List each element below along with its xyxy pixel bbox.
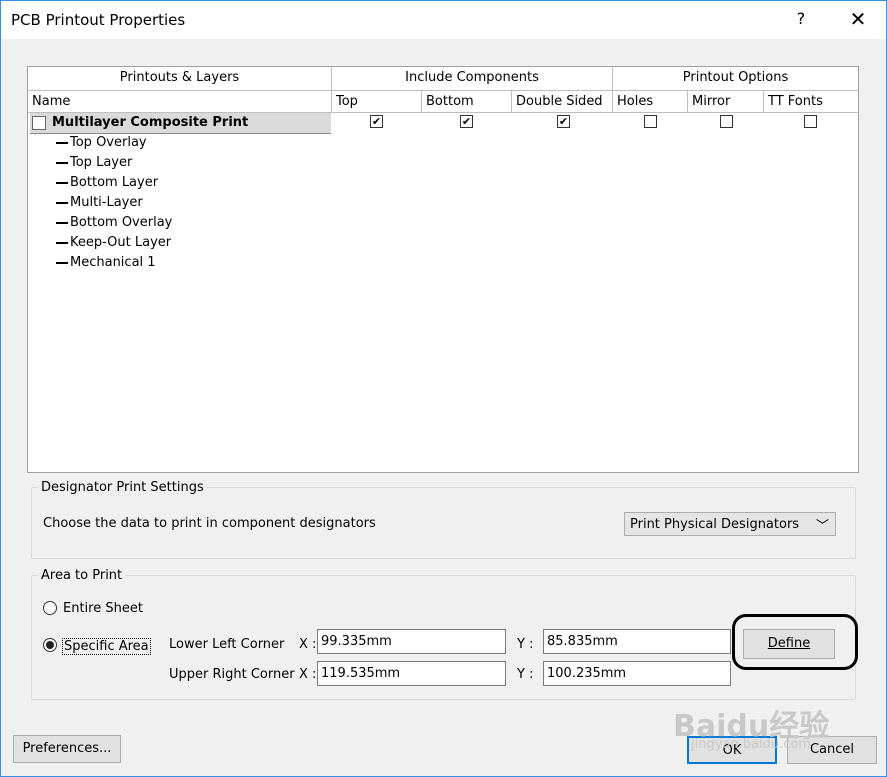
printout-row[interactable]: Multilayer Composite Print <box>30 113 331 134</box>
layer-line-icon <box>56 161 68 164</box>
chevron-down-icon: ﹀ <box>815 519 829 534</box>
column-bottom[interactable]: Bottom <box>422 91 512 113</box>
column-holes[interactable]: Holes <box>613 91 688 113</box>
window-title: PCB Printout Properties <box>11 11 186 29</box>
entire-sheet-radio[interactable] <box>43 601 57 615</box>
specific-area-label[interactable]: Specific Area <box>62 638 151 655</box>
layer-line-icon <box>56 241 68 244</box>
holes-checkbox[interactable] <box>644 115 657 128</box>
lower-left-x-input[interactable]: 99.335mm <box>317 629 506 654</box>
lower-left-x-label: X : <box>299 637 317 652</box>
layer-label: Bottom Layer <box>70 175 159 190</box>
upper-right-y-label: Y : <box>517 667 534 682</box>
preferences-button[interactable]: Preferences... <box>13 735 121 763</box>
layer-label: Top Layer <box>70 155 133 170</box>
layer-label: Keep-Out Layer <box>70 235 172 250</box>
close-button[interactable]: ✕ <box>846 7 870 33</box>
layer-line-icon <box>56 261 68 264</box>
document-icon <box>32 116 46 130</box>
header-printouts-layers: Printouts & Layers <box>28 67 332 91</box>
title-bar: PCB Printout Properties ? ✕ <box>1 1 886 39</box>
designator-dropdown[interactable]: Print Physical Designators ﹀ <box>624 512 836 536</box>
radio-selected-dot <box>46 641 54 649</box>
layer-top-layer[interactable]: Top Layer <box>56 153 132 173</box>
dialog-window: PCB Printout Properties ? ✕ Printouts & … <box>0 0 887 777</box>
header-printout-options: Printout Options <box>613 67 858 91</box>
designator-settings-title: Designator Print Settings <box>38 480 207 495</box>
layer-bottom-layer[interactable]: Bottom Layer <box>56 173 158 193</box>
mirror-checkbox[interactable] <box>720 115 733 128</box>
layer-line-icon <box>56 201 68 204</box>
layer-line-icon <box>56 221 68 224</box>
lower-left-y-label: Y : <box>517 637 534 652</box>
layer-line-icon <box>56 141 68 144</box>
bottom-checkbox[interactable]: ✔ <box>460 115 473 128</box>
layer-label: Top Overlay <box>70 135 147 150</box>
layer-label: Bottom Overlay <box>70 215 173 230</box>
upper-right-x-input[interactable]: 119.535mm <box>317 661 506 686</box>
tt-fonts-checkbox[interactable] <box>804 115 817 128</box>
help-button[interactable]: ? <box>791 9 811 31</box>
upper-right-y-input[interactable]: 100.235mm <box>543 661 731 686</box>
ok-button[interactable]: OK <box>687 736 777 764</box>
layer-line-icon <box>56 181 68 184</box>
top-checkbox[interactable]: ✔ <box>370 115 383 128</box>
column-mirror[interactable]: Mirror <box>688 91 764 113</box>
printouts-grid[interactable]: Printouts & Layers Include Components Pr… <box>27 66 859 473</box>
column-top[interactable]: Top <box>332 91 422 113</box>
define-button[interactable]: Define <box>743 629 835 659</box>
printout-name: Multilayer Composite Print <box>52 115 249 130</box>
column-tt-fonts[interactable]: TT Fonts <box>764 91 858 113</box>
column-double-sided[interactable]: Double Sided <box>512 91 613 113</box>
layer-bottom-overlay[interactable]: Bottom Overlay <box>56 213 172 233</box>
double-sided-checkbox[interactable]: ✔ <box>557 115 570 128</box>
lower-left-y-input[interactable]: 85.835mm <box>543 629 731 654</box>
area-to-print-title: Area to Print <box>38 568 126 583</box>
column-name[interactable]: Name <box>28 91 332 113</box>
layer-multi-layer[interactable]: Multi-Layer <box>56 193 143 213</box>
designator-prompt: Choose the data to print in component de… <box>43 516 376 531</box>
header-include-components: Include Components <box>332 67 613 91</box>
layer-label: Multi-Layer <box>70 195 143 210</box>
specific-area-radio[interactable] <box>43 638 57 652</box>
layer-keep-out[interactable]: Keep-Out Layer <box>56 233 171 253</box>
upper-right-label: Upper Right Corner <box>169 667 295 682</box>
layer-top-overlay[interactable]: Top Overlay <box>56 133 147 153</box>
designator-selected: Print Physical Designators <box>630 517 800 532</box>
layer-mechanical-1[interactable]: Mechanical 1 <box>56 253 156 273</box>
lower-left-label: Lower Left Corner <box>169 637 285 652</box>
entire-sheet-label[interactable]: Entire Sheet <box>63 601 143 616</box>
upper-right-x-label: X : <box>299 667 317 682</box>
layer-label: Mechanical 1 <box>70 255 156 270</box>
cancel-button[interactable]: Cancel <box>787 736 877 764</box>
